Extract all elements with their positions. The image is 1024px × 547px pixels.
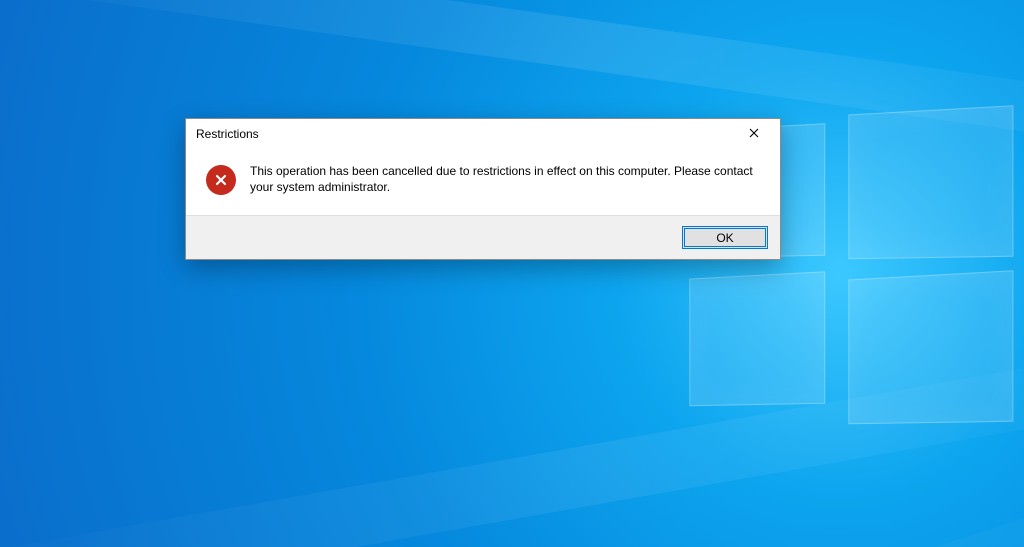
dialog-message: This operation has been cancelled due to… (250, 163, 760, 195)
error-icon (206, 165, 236, 195)
dialog-titlebar[interactable]: Restrictions (186, 119, 780, 149)
dialog-footer: OK (186, 215, 780, 259)
ok-button[interactable]: OK (682, 226, 768, 249)
restrictions-dialog: Restrictions This operation has been can… (185, 118, 781, 260)
desktop-background: Restrictions This operation has been can… (0, 0, 1024, 547)
windows-logo-pane (848, 105, 1013, 259)
dialog-title: Restrictions (196, 127, 259, 141)
close-button[interactable] (734, 121, 774, 147)
windows-logo-pane (689, 271, 825, 406)
dialog-body: This operation has been cancelled due to… (186, 149, 780, 215)
windows-logo-pane (848, 270, 1013, 424)
close-icon (749, 127, 759, 141)
